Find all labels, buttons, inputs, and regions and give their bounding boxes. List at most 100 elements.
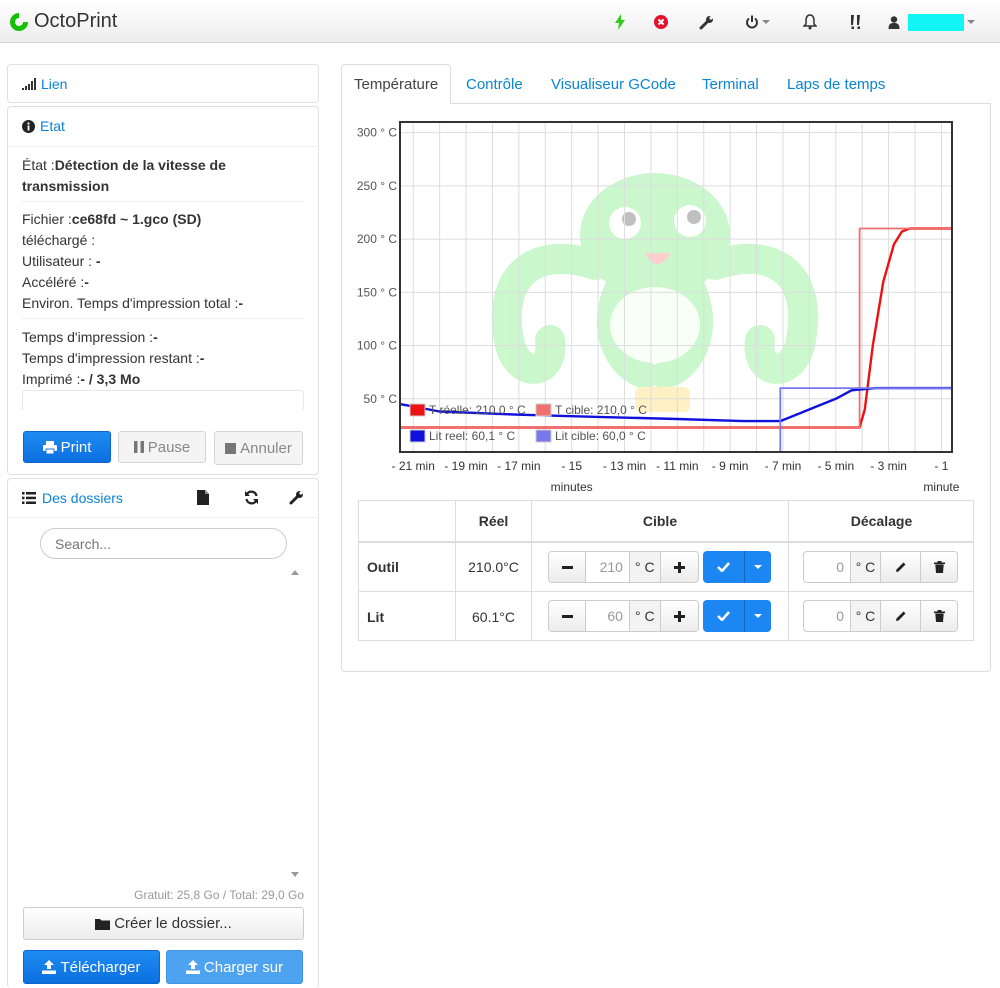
tab-temperature[interactable]: Température xyxy=(341,64,452,104)
unit-label: ° C xyxy=(629,552,661,582)
x-tick-label: - 5 min xyxy=(817,459,854,473)
tab-label: Température xyxy=(354,75,439,93)
estimated-total-label: Environ. Temps d'impression total : xyxy=(22,295,239,311)
legend-swatch xyxy=(409,403,426,417)
delete-offset-button[interactable] xyxy=(921,601,957,631)
x-tick-label: - 7 min xyxy=(765,459,802,473)
printed-label: Imprimé : xyxy=(22,371,81,387)
printed-line: Imprimé :- / 3,3 Mo xyxy=(22,371,140,387)
row-name-bed: Lit xyxy=(367,608,385,625)
connection-panel: Lien xyxy=(7,64,319,103)
target-input[interactable]: 60 xyxy=(586,601,630,631)
info-icon xyxy=(22,119,35,133)
decrease-button[interactable] xyxy=(549,601,587,631)
user-menu[interactable] xyxy=(888,12,978,32)
increase-button[interactable] xyxy=(660,552,698,582)
lightning-icon[interactable] xyxy=(608,12,632,32)
state-header[interactable]: Etat xyxy=(22,118,65,134)
x-tick-label: - 1 xyxy=(934,459,948,473)
files-header[interactable]: Des dossiers xyxy=(22,490,123,506)
increase-button[interactable] xyxy=(660,601,698,631)
offset-input[interactable]: 0 xyxy=(804,601,851,631)
target-presets-dropdown[interactable] xyxy=(744,600,771,632)
files-title[interactable]: Des dossiers xyxy=(42,490,123,506)
cancel-button-label: Annuler xyxy=(240,439,292,457)
error-icon[interactable] xyxy=(649,12,673,32)
signal-icon xyxy=(22,78,36,90)
pause-icon xyxy=(133,441,144,453)
file-line: Fichier :ce68fd ~ 1.gco (SD) xyxy=(22,211,201,227)
tab-control[interactable]: Contrôle xyxy=(466,64,523,104)
decrease-button[interactable] xyxy=(549,552,587,582)
cancel-button[interactable]: Annuler xyxy=(214,431,303,465)
file-list-scrollbar[interactable] xyxy=(286,566,304,884)
remaining-value: - xyxy=(199,350,205,366)
check-icon xyxy=(717,562,730,572)
tab-terminal[interactable]: Terminal xyxy=(702,64,759,104)
printer-icon xyxy=(42,440,57,454)
power-icon[interactable] xyxy=(740,12,774,32)
header-offset: Décalage xyxy=(850,512,913,529)
y-tick-label: 300 ° C xyxy=(357,126,397,140)
legend-label: T réelle: 210,0 ° C xyxy=(429,403,526,417)
trash-icon xyxy=(933,561,945,573)
upload-to-button[interactable]: Charger sur xyxy=(166,950,303,984)
connection-title[interactable]: Lien xyxy=(41,76,67,92)
edit-offset-button[interactable] xyxy=(881,552,921,582)
status-line-2: transmission xyxy=(22,178,109,194)
upload-icon xyxy=(185,960,200,974)
set-target-button[interactable] xyxy=(703,551,744,583)
legend-swatch xyxy=(535,403,552,417)
remaining-line: Temps d'impression restant :- xyxy=(22,350,204,366)
x-tick-label: - 13 min xyxy=(603,459,646,473)
delete-offset-button[interactable] xyxy=(921,552,957,582)
tab-gcode-viewer[interactable]: Visualiseur GCode xyxy=(551,64,676,104)
set-target-button[interactable] xyxy=(703,600,744,632)
y-tick-label: 100 ° C xyxy=(357,339,397,353)
brand[interactable]: OctoPrint xyxy=(8,8,117,35)
chevron-down-icon xyxy=(967,20,975,24)
plus-icon xyxy=(673,610,685,622)
y-tick-label: 250 ° C xyxy=(357,179,397,193)
target-input[interactable]: 210 xyxy=(586,552,630,582)
brand-title: OctoPrint xyxy=(34,10,118,32)
scroll-up-icon[interactable] xyxy=(291,570,299,575)
connection-header[interactable]: Lien xyxy=(22,76,67,92)
warning-icon[interactable] xyxy=(843,12,867,32)
minus-icon xyxy=(561,565,573,569)
legend-label: Lit reel: 60,1 ° C xyxy=(429,429,516,443)
offset-input[interactable]: 0 xyxy=(804,552,851,582)
refresh-icon[interactable] xyxy=(244,490,259,508)
list-icon xyxy=(22,492,36,504)
search-input[interactable] xyxy=(40,528,287,559)
chevron-down-icon xyxy=(754,565,762,569)
pause-button-label: Pause xyxy=(147,438,191,456)
create-folder-button[interactable]: Créer le dossier... xyxy=(23,907,304,940)
scroll-down-icon[interactable] xyxy=(291,872,299,877)
state-title[interactable]: Etat xyxy=(40,118,65,134)
pause-button[interactable]: Pause xyxy=(118,431,206,463)
unit-label: ° C xyxy=(629,601,661,631)
estimated-total-value: - xyxy=(238,295,244,311)
x-tick-label: - 9 min xyxy=(712,459,749,473)
tab-label: Visualiseur GCode xyxy=(551,75,676,93)
print-button[interactable]: Print xyxy=(23,431,111,463)
chart-legend: T réelle: 210,0 ° C T cible: 210,0 ° C Lit… xyxy=(409,403,647,443)
header-actual: Réel xyxy=(478,512,509,529)
tab-timelapse[interactable]: Laps de temps xyxy=(787,64,885,104)
user-value: - xyxy=(95,253,101,269)
upload-button[interactable]: Télécharger xyxy=(23,950,160,984)
wrench-icon[interactable] xyxy=(289,490,304,508)
chevron-down-icon xyxy=(761,20,770,24)
user-icon xyxy=(888,15,900,29)
bell-icon[interactable] xyxy=(798,12,822,32)
status-value: Détection de la vitesse de xyxy=(54,157,226,173)
new-file-icon[interactable] xyxy=(197,490,209,508)
target-group-bed: 60 ° C xyxy=(548,600,699,632)
x-tick-label: - 15 xyxy=(561,459,582,473)
target-presets-dropdown[interactable] xyxy=(744,551,771,583)
plus-icon xyxy=(673,561,685,573)
remaining-label: Temps d'impression restant : xyxy=(22,350,200,366)
wrench-icon[interactable] xyxy=(694,12,718,32)
edit-offset-button[interactable] xyxy=(881,601,921,631)
